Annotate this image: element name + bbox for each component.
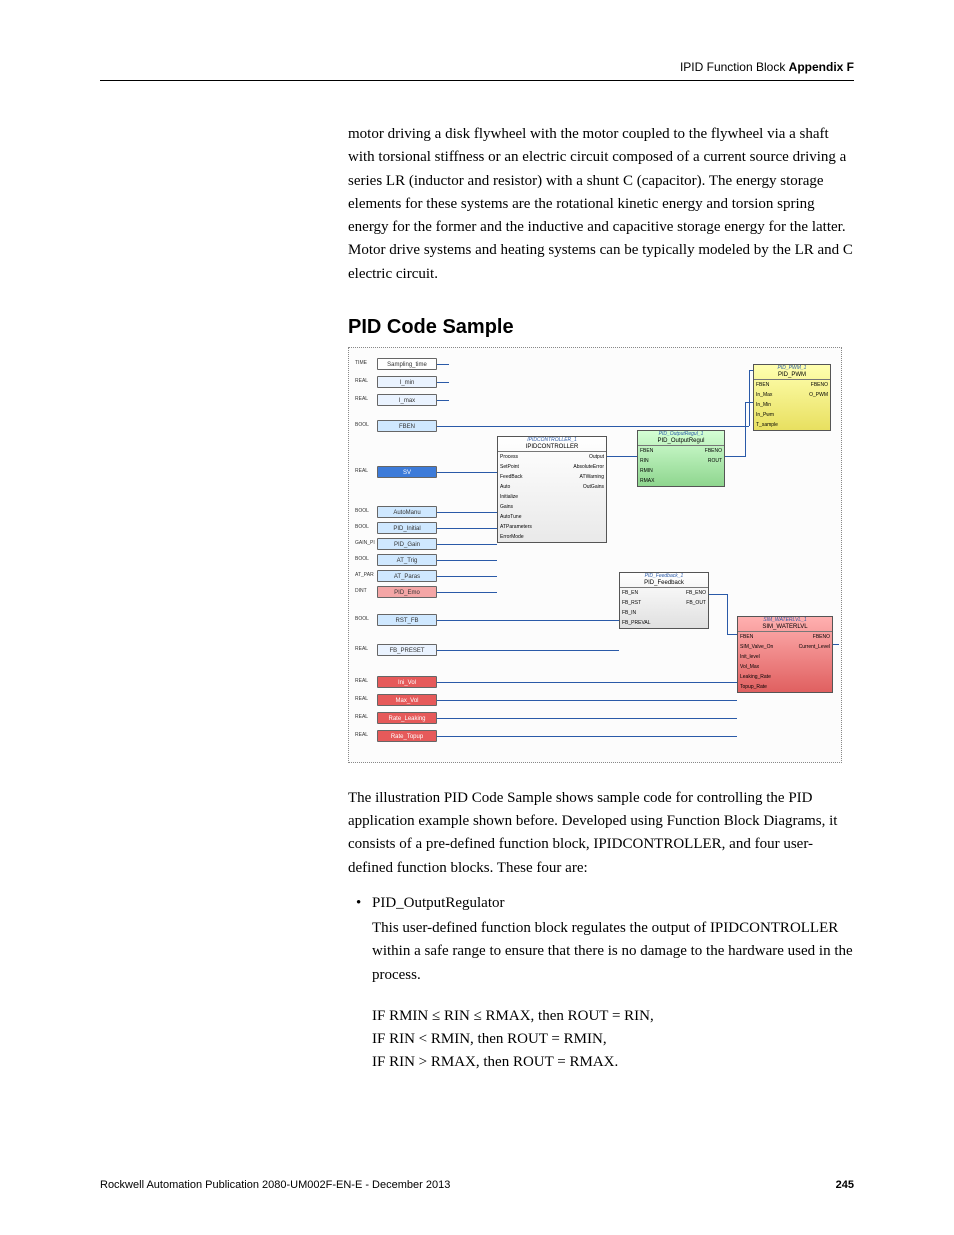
diagram-input-type: REAL (355, 646, 368, 652)
diagram-input-type: REAL (355, 714, 368, 720)
diagram-input-type: BOOL (355, 616, 369, 622)
page-footer: Rockwell Automation Publication 2080-UM0… (100, 1179, 854, 1191)
diagram-input-rst-fb: RST_FB (377, 614, 437, 626)
diagram-input-type: TIME (355, 360, 367, 366)
diagram-input-automanu: AutoManu (377, 506, 437, 518)
diagram-input-i-min: I_min (377, 376, 437, 388)
section-heading-pid-code-sample: PID Code Sample (348, 316, 854, 339)
diagram-input-type: BOOL (355, 422, 369, 428)
diagram-input-type: REAL (355, 732, 368, 738)
bullet-list: PID_OutputRegulator This user-defined fu… (372, 892, 854, 1075)
diagram-input-type: GAIN_PI (355, 540, 375, 546)
bullet-title: PID_OutputRegulator (372, 895, 505, 911)
diagram-input-type: BOOL (355, 508, 369, 514)
bullet-code-line-1: IF RMIN ≤ RIN ≤ RMAX, then ROUT = RIN, (372, 1005, 854, 1028)
diagram-input-type: REAL (355, 378, 368, 384)
diagram-input-max-vol: Max_Vol (377, 694, 437, 706)
diagram-input-type: REAL (355, 678, 368, 684)
diagram-input-at-paras: AT_Paras (377, 570, 437, 582)
bullet-body: This user-defined function block regulat… (372, 917, 854, 987)
diagram-input-rate-leaking: Rate_Leaking (377, 712, 437, 724)
diagram-input-sampling-time: Sampling_time (377, 358, 437, 370)
diagram-input-type: BOOL (355, 556, 369, 562)
diagram-block-pid-feedback: PID_Feedback_1PID_FeedbackFB_ENFB_ENOFB_… (619, 572, 709, 629)
paragraph-2: The illustration PID Code Sample shows s… (348, 787, 854, 880)
diagram-input-at-trig: AT_Trig (377, 554, 437, 566)
diagram-block-sim-waterlvl: SIM_WATERLVL_1SIM_WATERLVLFBENFBENOSIM_V… (737, 616, 833, 693)
diagram-input-type: REAL (355, 468, 368, 474)
diagram-input-pid-initial: PID_Initial (377, 522, 437, 534)
pid-code-sample-diagram: Sampling_time TIME I_min REAL I_max REAL FBEN B… (348, 347, 842, 763)
header-bold: Appendix F (789, 60, 854, 74)
diagram-block-ipidcontroller: IPIDCONTROLLER_1IPIDCONTROLLERProcessOut… (497, 436, 607, 543)
diagram-input-ini-vol: Ini_Vol (377, 676, 437, 688)
diagram-input-sv: SV (377, 466, 437, 478)
bullet-code-line-2: IF RIN < RMIN, then ROUT = RMIN, (372, 1028, 854, 1051)
page-header: IPID Function Block Appendix F (100, 60, 854, 81)
bullet-pid-output-regulator: PID_OutputRegulator This user-defined fu… (372, 892, 854, 1075)
diagram-block-pid-outputregul: PID_OutputRegul_1PID_OutputRegulFBENFBEN… (637, 430, 725, 487)
diagram-block-pid-pwm: PID_PWM_1PID_PWMFBENFBENOIn_MaxO_PWMIn_M… (753, 364, 831, 431)
diagram-input-type: DINT (355, 588, 367, 594)
diagram-input-fben: FBEN (377, 420, 437, 432)
diagram-input-pid-gain: PID_Gain (377, 538, 437, 550)
content-area: motor driving a disk flywheel with the m… (348, 123, 854, 1075)
diagram-input-type: REAL (355, 696, 368, 702)
bullet-code-line-3: IF RIN > RMAX, then ROUT = RMAX. (372, 1051, 854, 1074)
diagram-input-type: BOOL (355, 524, 369, 530)
diagram-input-i-max: I_max (377, 394, 437, 406)
diagram-input-type: AT_PAR (355, 572, 374, 578)
diagram-input-pid-emo: PID_Emo (377, 586, 437, 598)
footer-page-number: 245 (836, 1179, 854, 1191)
paragraph-1: motor driving a disk flywheel with the m… (348, 123, 854, 286)
diagram-input-rate-topup: Rate_Topup (377, 730, 437, 742)
header-prefix: IPID Function Block (680, 60, 789, 74)
diagram-input-type: REAL (355, 396, 368, 402)
diagram-input-fb-preset: FB_PRESET (377, 644, 437, 656)
footer-publication: Rockwell Automation Publication 2080-UM0… (100, 1179, 450, 1191)
